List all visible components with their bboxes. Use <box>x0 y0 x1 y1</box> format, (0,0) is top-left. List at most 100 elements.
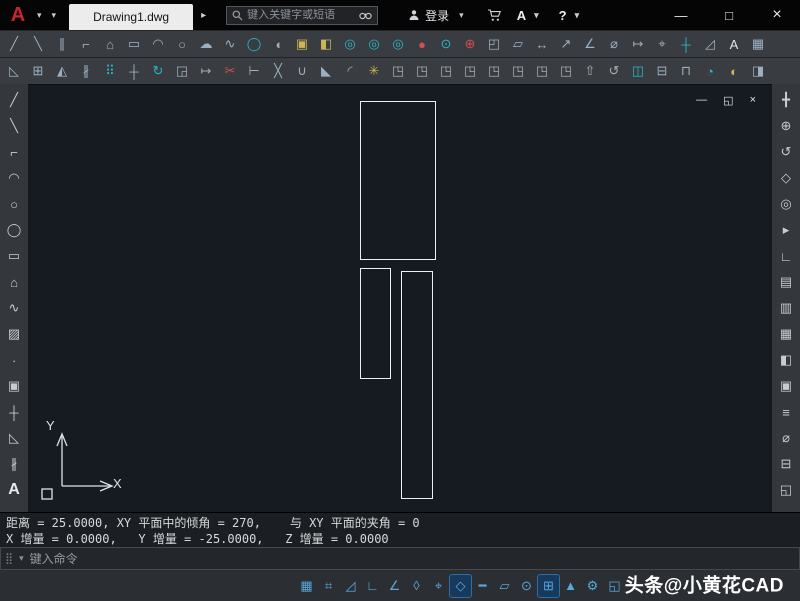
view-cube-icon[interactable]: ◇ <box>774 165 798 191</box>
subtract-icon[interactable]: ⊟ <box>651 59 673 83</box>
viewport-restore-icon[interactable]: ◱ <box>723 94 733 107</box>
trim-icon[interactable]: ✂ <box>219 59 241 83</box>
tab-overflow-icon[interactable]: ▸ <box>201 10 206 21</box>
rectangle-icon[interactable]: ▭ <box>2 243 26 269</box>
drawing-canvas[interactable]: — ◱ × Y X <box>28 84 772 512</box>
ellipse-icon[interactable]: ◯ <box>2 217 26 243</box>
pan-icon[interactable]: ╋ <box>774 87 798 113</box>
circle-tangent-icon[interactable]: ⊕ <box>459 32 481 56</box>
selection-cycling-icon[interactable]: ⊙ <box>516 575 537 597</box>
ucs-tool-icon[interactable]: ∟ <box>774 243 798 269</box>
polysolid-icon[interactable]: ◳ <box>555 59 577 83</box>
binoculars-icon[interactable] <box>359 10 372 20</box>
object-snap-tracking-icon[interactable]: ⌖ <box>428 575 449 597</box>
multiline-icon[interactable]: ∥ <box>51 32 73 56</box>
maximize-button[interactable]: □ <box>722 8 736 23</box>
help-control[interactable]: ? ▾ <box>559 8 584 23</box>
layers-icon[interactable]: ≡ <box>774 399 798 425</box>
polar-tracking-icon[interactable]: ∠ <box>384 575 405 597</box>
offset-icon[interactable]: ∦ <box>2 451 26 477</box>
pyramid-icon[interactable]: ◳ <box>483 59 505 83</box>
region-icon[interactable]: ◰ <box>483 32 505 56</box>
cone-icon[interactable]: ◳ <box>435 59 457 83</box>
ellipse-arc-icon[interactable]: ◖ <box>267 32 289 56</box>
erase-icon[interactable]: ◺ <box>3 59 25 83</box>
drawn-rectangle[interactable] <box>360 268 391 379</box>
help-dropdown-icon[interactable]: ▾ <box>575 10 580 21</box>
spline-icon[interactable]: ∿ <box>219 32 241 56</box>
donut-icon[interactable]: ◎ <box>339 32 361 56</box>
intersect-icon[interactable]: ⊓ <box>675 59 697 83</box>
center-mark-icon[interactable]: ┼ <box>675 32 697 56</box>
visual-styles-icon[interactable]: ◨ <box>747 59 769 83</box>
array-icon[interactable]: ⠿ <box>99 59 121 83</box>
make-block-icon[interactable]: ◧ <box>315 32 337 56</box>
circle-icon[interactable]: ○ <box>2 191 26 217</box>
annotation-scale-icon[interactable]: ▲ <box>560 575 581 597</box>
construction-line-icon[interactable]: ╲ <box>2 113 26 139</box>
command-input[interactable] <box>29 551 799 566</box>
command-grip-icon[interactable]: ⣿ <box>5 552 13 565</box>
file-tab[interactable]: Drawing1.dwg <box>69 4 194 30</box>
navigation-wheel-icon[interactable]: ◎ <box>774 191 798 217</box>
section-icon[interactable]: ⊟ <box>774 451 798 477</box>
grid-icon[interactable]: ▦ <box>296 575 317 597</box>
donut-3-icon[interactable]: ◎ <box>387 32 409 56</box>
lineweight-icon[interactable]: ━ <box>472 575 493 597</box>
text-icon[interactable]: A <box>2 477 26 503</box>
command-dropdown-icon[interactable]: ▾ <box>19 553 24 564</box>
sheet-set-icon[interactable]: ▥ <box>774 295 798 321</box>
drawn-rectangle[interactable] <box>360 101 436 260</box>
tool-palettes-icon[interactable]: ▦ <box>774 321 798 347</box>
cylinder-icon[interactable]: ◳ <box>411 59 433 83</box>
transparency-icon[interactable]: ▱ <box>494 575 515 597</box>
quick-access-dropdown-icon[interactable]: ▾ <box>52 10 57 21</box>
viewport-minimize-icon[interactable]: — <box>696 94 707 107</box>
app-menu-dropdown-icon[interactable]: ▾ <box>37 10 42 21</box>
signin-control[interactable]: 登录 ▾ <box>408 7 469 24</box>
wedge-icon[interactable]: ◳ <box>507 59 529 83</box>
polygon-icon[interactable]: ⌂ <box>2 269 26 295</box>
dynamic-input-icon[interactable]: ⊞ <box>537 573 560 598</box>
revolve-icon[interactable]: ↺ <box>603 59 625 83</box>
stretch-icon[interactable]: ↦ <box>195 59 217 83</box>
move-icon[interactable]: ┼ <box>2 399 26 425</box>
revision-cloud-icon[interactable]: ☁ <box>195 32 217 56</box>
box-icon[interactable]: ◳ <box>387 59 409 83</box>
leader-icon[interactable]: ↦ <box>627 32 649 56</box>
rectangle-icon[interactable]: ▭ <box>123 32 145 56</box>
properties-icon[interactable]: ◧ <box>774 347 798 373</box>
orbit-icon[interactable]: ◔ <box>699 59 721 83</box>
mirror-icon[interactable]: ◭ <box>51 59 73 83</box>
viewport-close-icon[interactable]: × <box>750 94 756 107</box>
line-icon[interactable]: ╱ <box>2 87 26 113</box>
torus-icon[interactable]: ◳ <box>531 59 553 83</box>
search-box[interactable] <box>226 5 379 25</box>
object-snap-icon[interactable]: ◇ <box>449 573 472 598</box>
circle-2p-icon[interactable]: ⊙ <box>435 32 457 56</box>
spline-icon[interactable]: ∿ <box>2 295 26 321</box>
dim-aligned-icon[interactable]: ↗ <box>555 32 577 56</box>
extrude-icon[interactable]: ⇧ <box>579 59 601 83</box>
polyline-icon[interactable]: ⌐ <box>75 32 97 56</box>
signin-dropdown-icon[interactable]: ▾ <box>459 10 464 21</box>
snap-icon[interactable]: ⌗ <box>318 575 339 597</box>
dim-radius-icon[interactable]: ⌀ <box>603 32 625 56</box>
cart-icon[interactable] <box>487 8 502 22</box>
blocks-icon[interactable]: ▣ <box>774 373 798 399</box>
drawn-rectangle[interactable] <box>401 271 433 499</box>
show-motion-icon[interactable]: ▸ <box>774 217 798 243</box>
donut-2-icon[interactable]: ◎ <box>363 32 385 56</box>
orbit-icon[interactable]: ↺ <box>774 139 798 165</box>
insert-block-icon[interactable]: ▣ <box>291 32 313 56</box>
sphere-solid-icon[interactable]: ◳ <box>459 59 481 83</box>
named-views-icon[interactable]: ▤ <box>774 269 798 295</box>
clean-screen-icon[interactable]: ◱ <box>774 477 798 503</box>
text-icon[interactable]: A <box>723 32 745 56</box>
minimize-button[interactable]: — <box>674 8 688 23</box>
ellipse-icon[interactable]: ◯ <box>243 32 265 56</box>
a360-dropdown-icon[interactable]: ▾ <box>534 10 539 21</box>
tolerance-icon[interactable]: ⌖ <box>651 32 673 56</box>
fillet-icon[interactable]: ◜ <box>339 59 361 83</box>
autocad-logo-icon[interactable]: A <box>4 4 32 27</box>
